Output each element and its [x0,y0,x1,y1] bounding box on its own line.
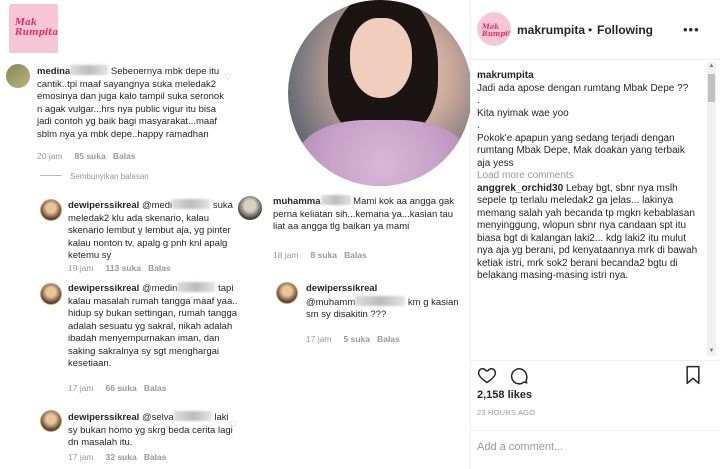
comment-cut: belakang masing-masing istri nya. [477,270,629,281]
comment-likes[interactable]: 85 suka [75,151,106,161]
blurred-name [320,195,351,205]
separator-dot: • [588,23,593,37]
comment-time: 18 jam [273,250,299,260]
avatar[interactable] [40,283,62,305]
scroll-down-icon[interactable]: ▼ [707,347,716,356]
bookmark-icon[interactable] [685,365,701,385]
post-actions [471,360,720,386]
more-options-icon[interactable]: ••• [683,22,700,37]
caption-line: . [477,95,480,106]
post-time-ago[interactable]: 23 HOURS AGO [477,408,535,417]
comment-username[interactable]: muhamma [273,196,321,207]
comment-text: medina Sebenernya mbk depe itu cantik..t… [37,65,227,141]
reply-button[interactable]: Balas [148,263,171,273]
heart-icon[interactable] [477,365,497,385]
likes-count[interactable]: 2,158 likes [477,389,532,401]
comment-time: 17 jam [68,452,94,462]
hide-replies-label[interactable]: Sembunyikan balasan [70,172,149,181]
comment-body: Sebenernya mbk depe itu cantik..tpi maaf… [37,66,224,140]
photo-dress [298,120,468,186]
avatar[interactable] [40,410,62,432]
add-comment-input[interactable] [477,441,677,453]
comment-likes[interactable]: 5 suka [344,334,370,344]
avatar[interactable] [238,196,262,220]
comment-meta: 17 jam 32 suka Balas [68,452,167,462]
avatar[interactable] [40,199,62,221]
comment-text: muhamma Mami kok aa angga gak perna keli… [273,195,463,234]
reply-button[interactable]: Balas [144,452,167,462]
reply-button[interactable]: Balas [144,383,167,393]
comment-username[interactable]: dewiperssikreal [68,283,139,294]
comment-time: 19 jam [68,263,94,273]
comment-username[interactable]: anggrek_orchid30 [477,183,563,194]
post-header: Mak Rumpita makrumpita • Following ••• [471,0,720,60]
load-more-comments[interactable]: Load more comments [477,170,699,183]
comment-time: 17 jam [306,334,332,344]
comment-meta: 17 jam 66 suka Balas [68,383,167,393]
avatar[interactable] [276,282,298,304]
comment-likes[interactable]: 8 suka [311,250,337,260]
comment-meta: 17 jam 5 suka Balas [306,334,400,344]
scroll-thumb[interactable] [708,74,715,102]
post-panel: Mak Rumpita makrumpita • Following ••• m… [470,0,720,469]
add-comment-bar [471,430,720,469]
hide-replies-button[interactable]: Sembunyikan balasan [40,172,149,181]
comment-text: dewiperssikreal @selva laki sy bukan hom… [68,411,238,450]
comment-text: dewiperssikreal @medi suka meledak2 klu … [68,199,238,263]
reply-button[interactable]: Balas [377,334,400,344]
blurred-name [355,295,406,306]
mention[interactable]: @medi [142,200,172,211]
avatar[interactable] [6,64,30,88]
following-button[interactable]: Following [597,23,653,37]
comment-body: Lebay bgt, sbnr nya mslh sepele tp terla… [477,182,698,269]
comment-text: dewiperssikreal @medin tapi kalau masala… [68,282,238,371]
reply-button[interactable]: Balas [344,250,367,260]
blurred-name [173,411,212,421]
blurred-name [177,282,216,292]
comment-username[interactable]: dewiperssikreal [68,412,139,423]
comment-likes[interactable]: 66 suka [106,383,137,393]
caption-username[interactable]: makrumpita [477,70,534,81]
comment-meta: 20 jam 85 suka Balas [37,151,136,161]
comment-clip [471,346,707,360]
like-heart-icon[interactable]: ♡ [229,420,238,429]
comment-username[interactable]: dewiperssikreal [306,283,377,294]
comment-likes[interactable]: 113 suka [106,263,141,273]
comment-username[interactable]: dewiperssikreal [68,200,139,211]
comment-time: 17 jam [68,383,94,393]
caption-line: . [477,120,480,131]
caption-line: Pokok'e apapun yang sedang terjadi denga… [477,132,685,169]
caption-line: Jadi ada apose dengan rumtang Mbak Depe … [477,82,689,94]
comments-panel: Mak Rumpita medina Sebenernya mbk depe i… [0,0,472,469]
comment-icon[interactable] [509,365,529,385]
blurred-name [172,199,211,209]
post-body: makrumpita Jadi ada apose dengan rumtang… [477,70,699,283]
comment-username[interactable]: medina [37,66,70,77]
photo-face [350,18,412,98]
profile-avatar[interactable]: Mak Rumpita [477,12,511,46]
logo-text: Mak Rumpita [482,22,511,38]
comment-text: dewiperssikreal @muhamm km g kasian sm s… [306,283,466,322]
logo-text: Mak Rumpita [15,18,58,38]
comment-time: 20 jam [37,151,63,161]
scroll-up-icon[interactable]: ▲ [707,62,716,71]
comment-meta: 19 jam 113 suka Balas [68,263,171,273]
mention[interactable]: @medin [142,283,178,294]
mention[interactable]: @muhamm [306,297,355,308]
post-username[interactable]: makrumpita [517,23,585,37]
mention[interactable]: @selva [142,412,174,423]
comments-scrollbar[interactable]: ▲ ▼ [707,62,716,356]
comment-body: tapi kalau masalah rumah tangga maaf yaa… [68,283,238,369]
comment-meta: 18 jam 8 suka Balas [273,250,367,260]
like-heart-icon[interactable]: ♡ [224,73,233,82]
post-photo [288,0,472,186]
blurred-name [70,65,109,75]
reply-button[interactable]: Balas [113,151,136,161]
caption-line: Kita nyimak wae yoo [477,107,569,119]
comment-likes[interactable]: 32 suka [106,452,137,462]
mak-rumpita-logo: Mak Rumpita [9,4,58,53]
